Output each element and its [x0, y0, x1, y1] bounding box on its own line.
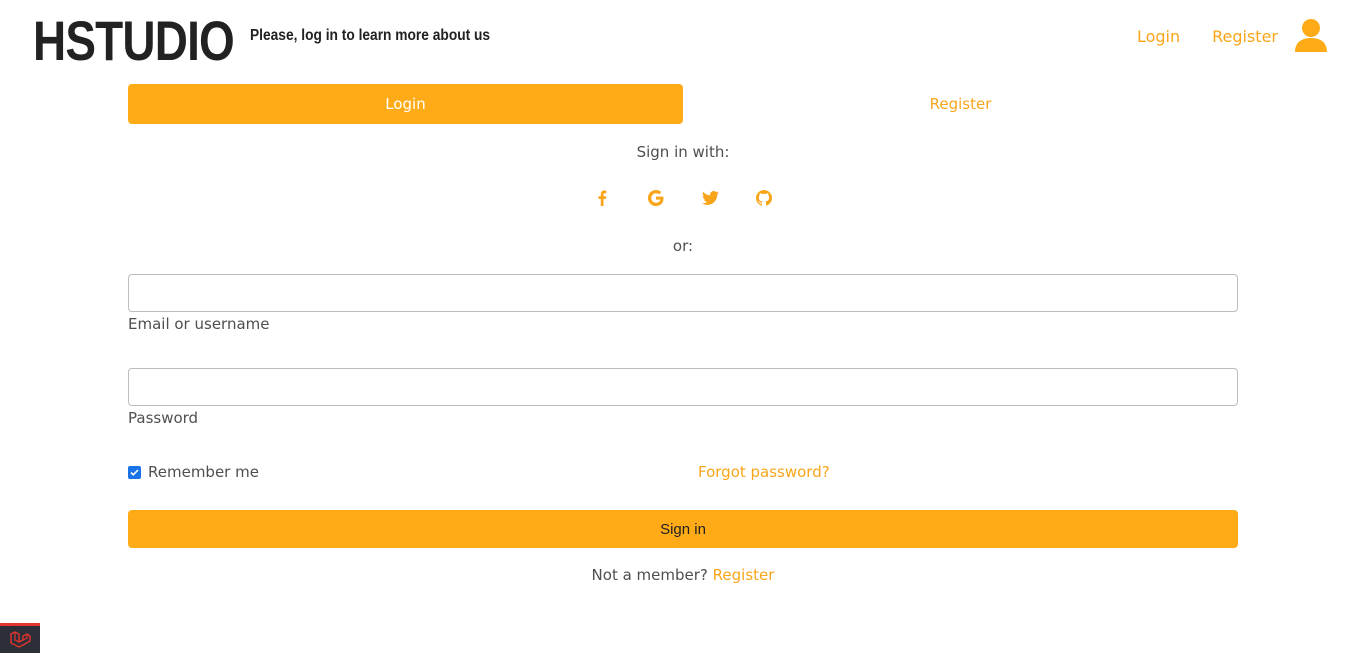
- remember-checkbox[interactable]: [128, 465, 141, 479]
- password-label: Password: [128, 409, 199, 427]
- register-link[interactable]: Register: [713, 566, 775, 584]
- google-icon[interactable]: [646, 186, 666, 210]
- tagline: Please, log in to learn more about us: [250, 27, 491, 44]
- github-icon[interactable]: [754, 186, 774, 210]
- user-icon[interactable]: [1294, 18, 1328, 54]
- remember-label[interactable]: Remember me: [148, 463, 259, 481]
- forgot-password-link[interactable]: Forgot password?: [698, 463, 830, 481]
- social-heading: Sign in with:: [636, 143, 730, 161]
- password-field[interactable]: [128, 368, 1238, 406]
- register-prompt: Not a member? Register: [0, 566, 1366, 584]
- login-page: HSTUDIO Please, log in to learn more abo…: [0, 0, 1366, 653]
- email-field[interactable]: [128, 274, 1238, 312]
- remember-me: Remember me: [128, 463, 259, 481]
- tab-register[interactable]: Register: [683, 84, 1238, 124]
- brand-logo[interactable]: HSTUDIO: [33, 10, 235, 72]
- tab-login[interactable]: Login: [128, 84, 683, 124]
- top-nav: Login Register: [1105, 18, 1328, 54]
- nav-login-link[interactable]: Login: [1137, 27, 1180, 46]
- laravel-debugbar-icon[interactable]: [0, 623, 40, 653]
- facebook-icon[interactable]: [592, 186, 612, 210]
- twitter-icon[interactable]: [700, 186, 720, 210]
- not-member-text: Not a member?: [591, 566, 708, 584]
- auth-tabs: Login Register: [128, 84, 1238, 124]
- sign-in-button[interactable]: Sign in: [128, 510, 1238, 548]
- or-divider: or:: [672, 237, 694, 255]
- email-label: Email or username: [128, 315, 270, 333]
- nav-register-link[interactable]: Register: [1212, 27, 1278, 46]
- social-buttons: [0, 186, 1366, 210]
